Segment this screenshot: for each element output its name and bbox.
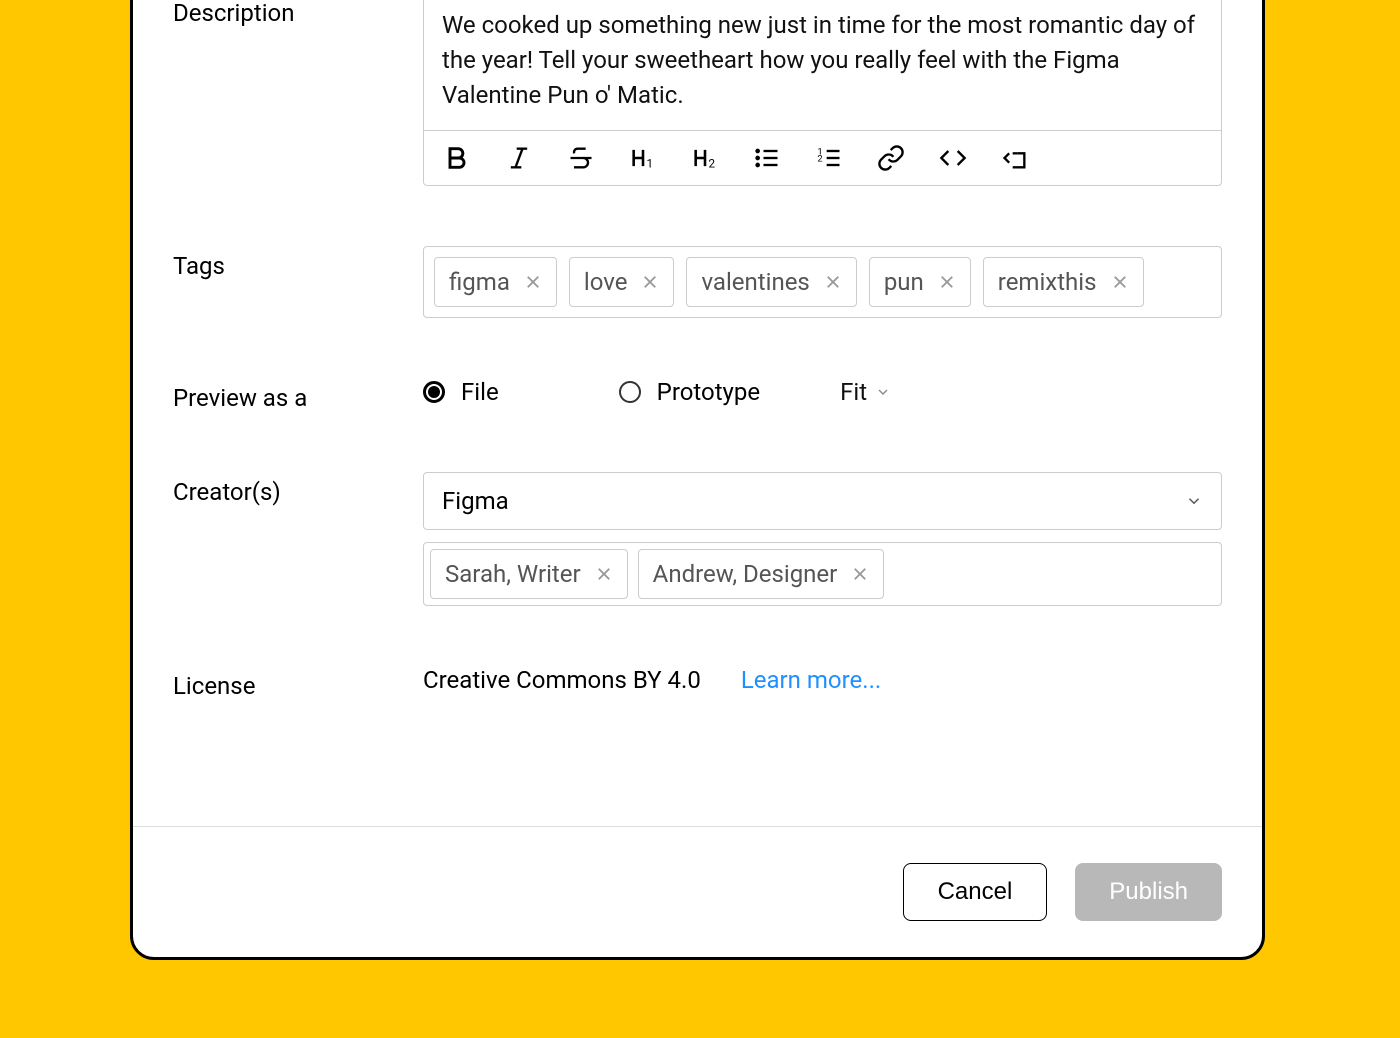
remove-tag-icon[interactable] bbox=[1111, 273, 1129, 291]
remove-tag-icon[interactable] bbox=[938, 273, 956, 291]
strikethrough-icon[interactable] bbox=[562, 139, 600, 177]
row-tags: Tags figma love valentines pun remixthis bbox=[173, 246, 1222, 318]
row-creators: Creator(s) Figma Sarah, Writer Andrew, De… bbox=[173, 472, 1222, 606]
radio-file-circle bbox=[423, 381, 445, 403]
cancel-button[interactable]: Cancel bbox=[903, 863, 1048, 921]
code-icon[interactable] bbox=[934, 139, 972, 177]
fit-select[interactable]: Fit bbox=[840, 378, 891, 406]
row-preview: Preview as a File Prototype Fit bbox=[173, 378, 1222, 412]
publish-modal: Description We cooked up something new j… bbox=[130, 0, 1265, 960]
creator-chip-label: Andrew, Designer bbox=[653, 560, 838, 588]
description-control: We cooked up something new just in time … bbox=[423, 0, 1222, 186]
tag-chip: remixthis bbox=[983, 257, 1144, 307]
tag-label: figma bbox=[449, 268, 510, 296]
tags-box[interactable]: figma love valentines pun remixthis bbox=[423, 246, 1222, 318]
modal-footer: Cancel Publish bbox=[133, 826, 1262, 957]
bullet-list-icon[interactable] bbox=[748, 139, 786, 177]
bold-icon[interactable] bbox=[438, 139, 476, 177]
description-editor: We cooked up something new just in time … bbox=[423, 0, 1222, 186]
creator-chip: Andrew, Designer bbox=[638, 549, 885, 599]
tag-chip: figma bbox=[434, 257, 557, 307]
row-license: License Creative Commons BY 4.0 Learn mo… bbox=[173, 666, 1222, 700]
remove-creator-icon[interactable] bbox=[595, 565, 613, 583]
chevron-down-icon bbox=[1185, 492, 1203, 510]
h2-icon[interactable]: 2 bbox=[686, 139, 724, 177]
license-learn-more-link[interactable]: Learn more... bbox=[741, 666, 881, 694]
label-preview: Preview as a bbox=[173, 378, 403, 412]
row-description: Description We cooked up something new j… bbox=[173, 0, 1222, 186]
creator-select[interactable]: Figma bbox=[423, 472, 1222, 530]
remove-tag-icon[interactable] bbox=[824, 273, 842, 291]
radio-file-label: File bbox=[461, 378, 499, 406]
radio-file[interactable]: File bbox=[423, 378, 499, 406]
remove-tag-icon[interactable] bbox=[524, 273, 542, 291]
tag-chip: pun bbox=[869, 257, 971, 307]
creators-control: Figma Sarah, Writer Andrew, Designer bbox=[423, 472, 1222, 606]
label-creators: Creator(s) bbox=[173, 472, 403, 506]
tags-control: figma love valentines pun remixthis bbox=[423, 246, 1222, 318]
tag-label: love bbox=[584, 268, 628, 296]
remove-creator-icon[interactable] bbox=[851, 565, 869, 583]
radio-prototype[interactable]: Prototype bbox=[619, 378, 760, 406]
creator-chip: Sarah, Writer bbox=[430, 549, 628, 599]
publish-button[interactable]: Publish bbox=[1075, 863, 1222, 921]
creator-chip-label: Sarah, Writer bbox=[445, 560, 581, 588]
radio-prototype-label: Prototype bbox=[657, 378, 760, 406]
tag-label: remixthis bbox=[998, 268, 1097, 296]
description-text[interactable]: We cooked up something new just in time … bbox=[424, 0, 1221, 130]
modal-body: Description We cooked up something new j… bbox=[133, 0, 1262, 826]
label-tags: Tags bbox=[173, 246, 403, 280]
radio-prototype-circle bbox=[619, 381, 641, 403]
preview-control: File Prototype Fit bbox=[423, 378, 1222, 406]
editor-toolbar: 1 2 12 bbox=[424, 130, 1221, 185]
fit-label: Fit bbox=[840, 378, 867, 406]
label-description: Description bbox=[173, 0, 403, 27]
italic-icon[interactable] bbox=[500, 139, 538, 177]
tag-chip: valentines bbox=[686, 257, 856, 307]
preview-radios: File Prototype Fit bbox=[423, 378, 1222, 406]
svg-text:2: 2 bbox=[817, 154, 822, 165]
numbered-list-icon[interactable]: 12 bbox=[810, 139, 848, 177]
svg-text:2: 2 bbox=[709, 157, 716, 171]
label-license: License bbox=[173, 666, 403, 700]
link-icon[interactable] bbox=[872, 139, 910, 177]
tag-chip: love bbox=[569, 257, 675, 307]
creator-chips[interactable]: Sarah, Writer Andrew, Designer bbox=[423, 542, 1222, 606]
svg-text:1: 1 bbox=[647, 157, 654, 171]
tag-label: pun bbox=[884, 268, 924, 296]
remove-tag-icon[interactable] bbox=[641, 273, 659, 291]
license-name: Creative Commons BY 4.0 bbox=[423, 666, 701, 694]
license-control: Creative Commons BY 4.0 Learn more... bbox=[423, 666, 1222, 694]
code-block-icon[interactable] bbox=[996, 139, 1034, 177]
creator-select-value: Figma bbox=[442, 487, 509, 515]
tag-label: valentines bbox=[701, 268, 809, 296]
chevron-down-icon bbox=[875, 384, 891, 400]
h1-icon[interactable]: 1 bbox=[624, 139, 662, 177]
